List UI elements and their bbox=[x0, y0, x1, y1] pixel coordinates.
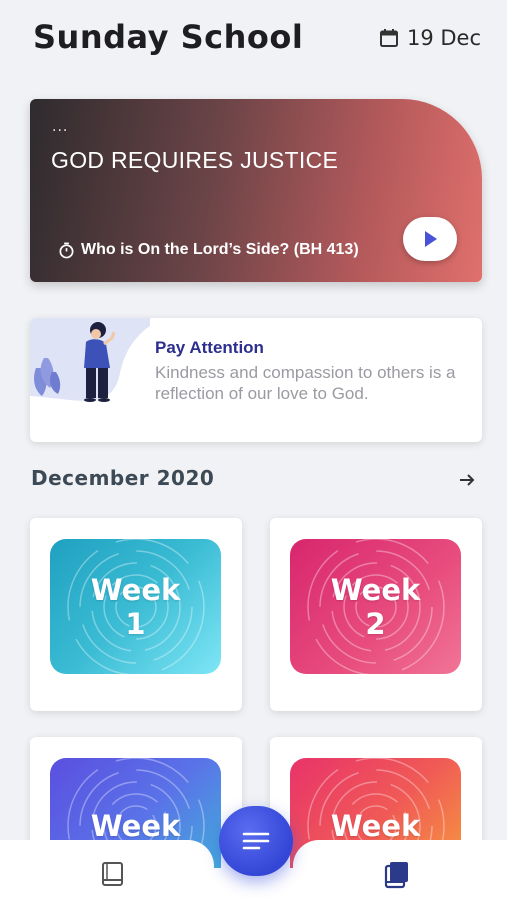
hero-dots: ... bbox=[52, 119, 69, 135]
attention-title: Pay Attention bbox=[155, 338, 264, 357]
lesson-title: GOD REQUIRES JUSTICE bbox=[51, 147, 339, 173]
week-card[interactable]: Week 2 bbox=[270, 518, 482, 711]
month-title: December 2020 bbox=[31, 466, 215, 490]
week-label: Week 2 bbox=[330, 572, 421, 641]
week-tile: Week 2 bbox=[290, 539, 461, 674]
play-icon bbox=[425, 231, 437, 247]
week-label: Week bbox=[330, 808, 421, 843]
page-title: Sunday School bbox=[33, 18, 304, 56]
date-display[interactable]: 19 Dec bbox=[379, 26, 481, 50]
week-label: Week 1 bbox=[90, 572, 181, 641]
app-header: Sunday School 19 Dec bbox=[0, 0, 507, 80]
attention-text: Kindness and compassion to others is a r… bbox=[155, 363, 456, 403]
week-label: Week bbox=[90, 808, 181, 843]
arrow-right-icon[interactable] bbox=[457, 470, 477, 490]
play-button[interactable] bbox=[403, 217, 457, 261]
week-card[interactable]: Week 1 bbox=[30, 518, 242, 711]
hymn-label: Who is On the Lord’s Side? (BH 413) bbox=[81, 241, 359, 258]
month-section-header: December 2020 bbox=[31, 466, 477, 494]
book-icon[interactable] bbox=[98, 860, 128, 890]
woman-thinking-illustration bbox=[30, 318, 150, 402]
pay-attention-card[interactable]: Pay Attention Kindness and compassion to… bbox=[30, 318, 482, 442]
books-icon[interactable] bbox=[382, 860, 412, 890]
calendar-icon bbox=[379, 29, 398, 47]
hymn-row: Who is On the Lord’s Side? (BH 413) bbox=[58, 241, 359, 259]
timer-icon bbox=[59, 242, 74, 258]
date-label: 19 Dec bbox=[406, 26, 481, 50]
week-tile: Week 1 bbox=[50, 539, 221, 674]
menu-fab-button[interactable] bbox=[219, 806, 293, 876]
menu-icon bbox=[242, 832, 270, 850]
lesson-hero-card[interactable]: ... GOD REQUIRES JUSTICE Who is On the L… bbox=[30, 99, 482, 282]
